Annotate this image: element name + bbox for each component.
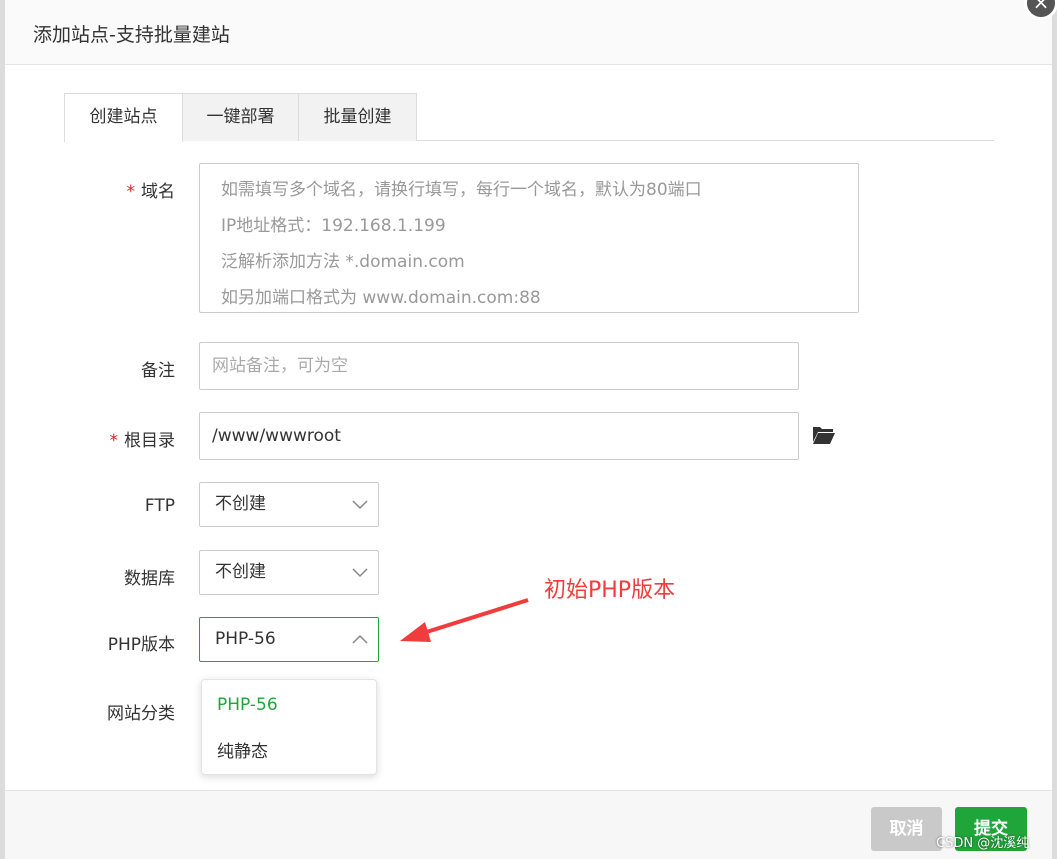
root-dir-input[interactable]: /www/wwwroot [199,412,799,460]
domain-placeholder-line: 如需填写多个域名，请换行填写，每行一个域名，默认为80端口 [221,180,702,200]
dialog-title: 添加站点-支持批量建站 [33,24,230,46]
required-mark: * [109,431,119,451]
domain-placeholder-line: IP地址格式：192.168.1.199 [221,216,446,236]
dropdown-option-php56[interactable]: PHP-56 [217,695,278,715]
ftp-select-value: 不创建 [215,494,266,514]
php-select-value: PHP-56 [215,629,276,649]
ftp-select[interactable]: 不创建 [199,482,379,527]
tab-one-click-deploy[interactable]: 一键部署 [182,93,299,141]
chevron-down-icon [352,568,368,578]
annotation-arrow-icon [400,598,529,642]
database-select-value: 不创建 [215,562,266,582]
domain-label: * 域名 [5,177,176,202]
domain-placeholder-line: 泛解析添加方法 *.domain.com [221,252,465,272]
tab-batch-create[interactable]: 批量创建 [298,93,417,141]
required-mark: * [126,182,136,202]
database-label: 数据库 [124,569,175,589]
ftp-label: FTP [144,496,175,516]
domain-label-text: 域名 [141,182,175,202]
dialog-header: 添加站点-支持批量建站 [5,0,1052,65]
tab-create-site[interactable]: 创建站点 [64,93,183,142]
folder-open-icon[interactable] [812,424,836,446]
php-label: PHP版本 [107,635,175,655]
chevron-down-icon [352,500,368,510]
dropdown-option-static[interactable]: 纯静态 [217,737,268,762]
dialog-footer: 取消 提交 [5,790,1052,859]
add-site-dialog: 添加站点-支持批量建站 创建站点 一键部署 批量创建 * 域名 如需填写多个域名，… [5,0,1052,859]
category-label: 网站分类 [107,704,175,724]
root-label-text: 根目录 [124,431,175,451]
chevron-up-icon [352,634,368,644]
cancel-button[interactable]: 取消 [871,807,942,851]
remark-label: 备注 [141,361,175,381]
root-label: * 根目录 [5,426,176,451]
tab-bar: 创建站点 一键部署 批量创建 [64,93,994,142]
php-version-select[interactable]: PHP-56 [199,617,379,662]
domain-placeholder-line: 如另加端口格式为 www.domain.com:88 [221,288,541,308]
database-select[interactable]: 不创建 [199,550,379,595]
remark-input[interactable]: 网站备注，可为空 [199,342,799,390]
annotation-text: 初始PHP版本 [544,578,676,603]
domain-textarea[interactable]: 如需填写多个域名，请换行填写，每行一个域名，默认为80端口 IP地址格式：192… [199,163,859,313]
watermark: CSDN @沈溪纯 [936,836,1030,851]
php-version-dropdown: PHP-56 纯静态 [201,679,377,775]
